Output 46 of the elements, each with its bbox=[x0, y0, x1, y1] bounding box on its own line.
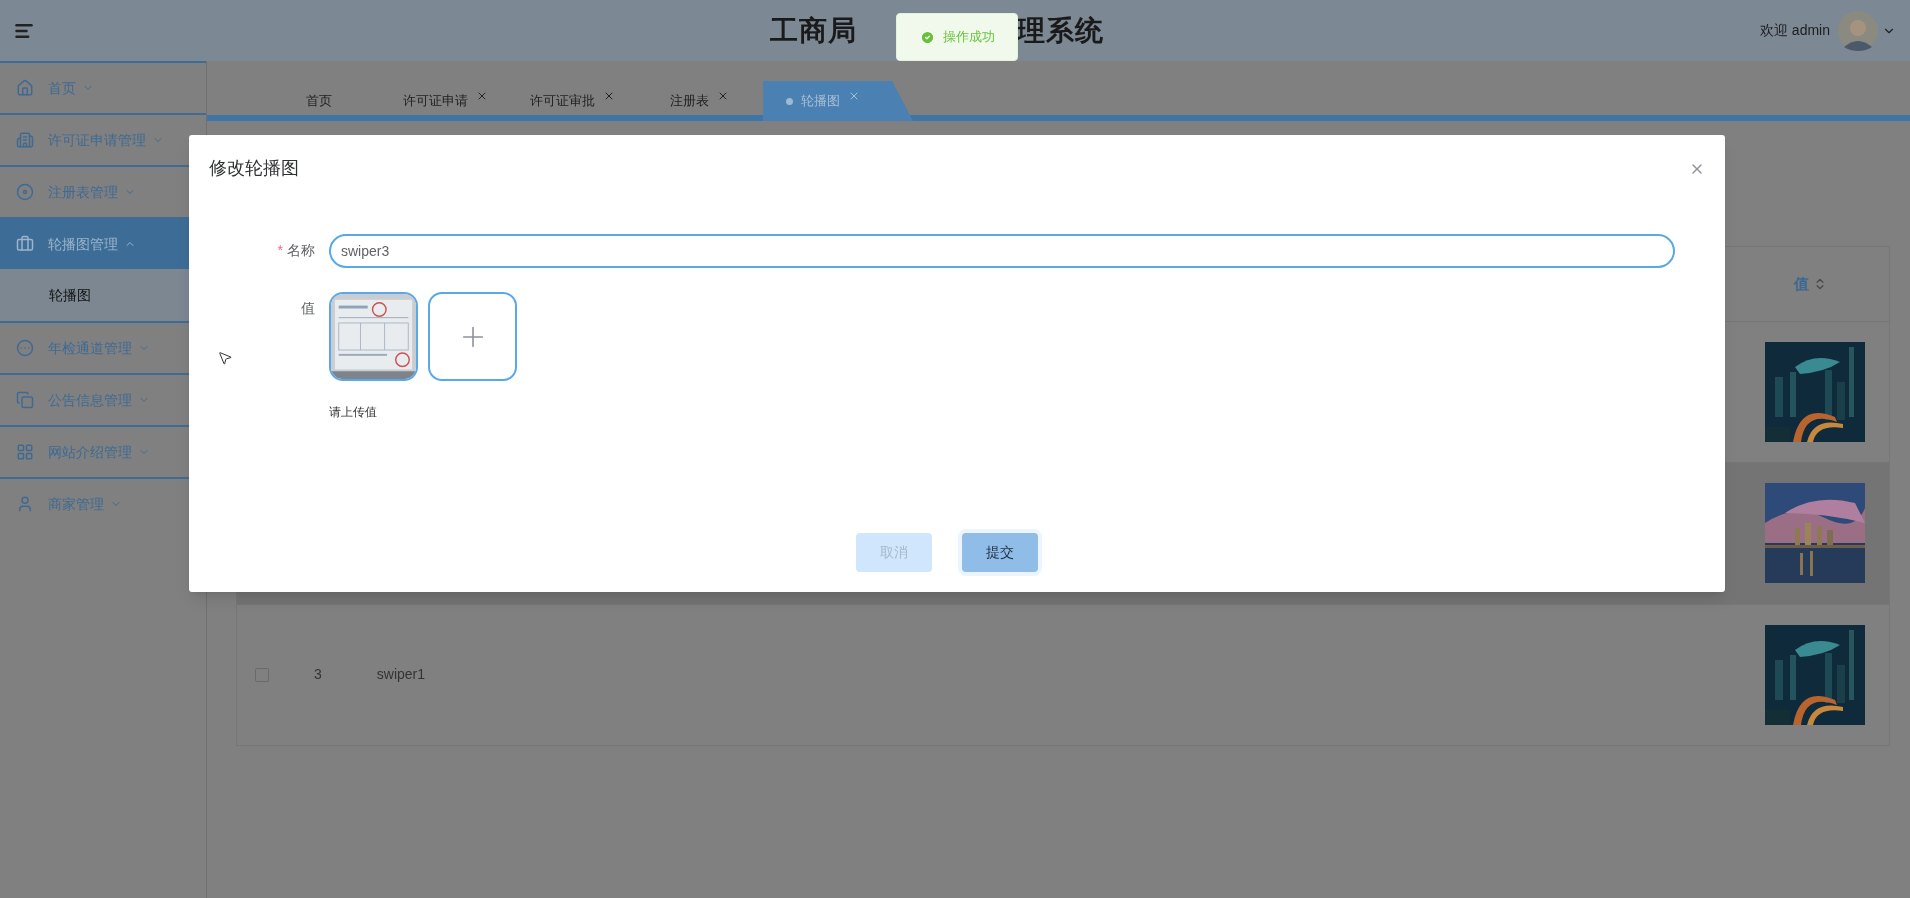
tab[interactable]: 许可证申请 bbox=[382, 81, 509, 121]
required-mark: * bbox=[277, 241, 283, 260]
close-icon[interactable] bbox=[717, 90, 729, 102]
upload-button[interactable] bbox=[428, 292, 517, 381]
close-icon[interactable] bbox=[848, 90, 860, 102]
sidebar-item[interactable]: 网站介绍管理 bbox=[0, 427, 206, 477]
column-header[interactable]: 值 bbox=[1794, 272, 1827, 296]
welcome-text: 欢迎 admin bbox=[1759, 21, 1830, 40]
house-icon bbox=[16, 79, 34, 97]
sidebar-item[interactable]: 商家管理 bbox=[0, 479, 206, 529]
tab-label: 许可证申请 bbox=[403, 92, 468, 111]
dots-circle-icon bbox=[16, 339, 34, 357]
tab-label: 首页 bbox=[305, 92, 332, 111]
upload-hint: 请上传值 bbox=[329, 404, 378, 421]
tab[interactable]: 首页 bbox=[255, 81, 382, 121]
sidebar-item[interactable]: 许可证申请管理 bbox=[0, 115, 206, 165]
disc-icon bbox=[16, 183, 34, 201]
avatar[interactable] bbox=[1838, 10, 1878, 51]
building-icon bbox=[16, 131, 34, 149]
check-icon bbox=[919, 29, 935, 45]
sidebar-item[interactable]: 年检通道管理 bbox=[0, 323, 206, 373]
system-title: 理系统 bbox=[1017, 13, 1104, 48]
copy-icon bbox=[16, 391, 34, 409]
grid-icon bbox=[16, 443, 34, 461]
dialog-title: 修改轮播图 bbox=[209, 157, 299, 180]
system-title: 工商局 bbox=[770, 13, 857, 48]
toast-message: 操作成功 bbox=[942, 28, 995, 47]
table-cell-text: swiper1 bbox=[376, 665, 426, 685]
tab-label: 许可证审批 bbox=[530, 92, 595, 111]
tab-label: 注册表 bbox=[670, 92, 709, 111]
tab-label: 轮播图 bbox=[801, 92, 840, 111]
tab[interactable]: 注册表 bbox=[636, 81, 763, 121]
cursor-icon bbox=[217, 349, 233, 367]
close-icon[interactable] bbox=[476, 90, 488, 102]
tab[interactable]: 许可证审批 bbox=[509, 81, 636, 121]
briefcase-icon bbox=[16, 235, 34, 253]
sidebar-item[interactable]: 首页 bbox=[0, 63, 206, 113]
field-label: 名称 bbox=[287, 241, 315, 260]
close-icon[interactable] bbox=[603, 90, 615, 102]
table-cell-text: 3 bbox=[314, 665, 322, 685]
user-icon bbox=[16, 495, 34, 513]
field-label: 值 bbox=[301, 299, 315, 318]
tab[interactable]: 轮播图 bbox=[763, 81, 913, 121]
sidebar-item[interactable]: 注册表管理 bbox=[0, 167, 206, 217]
name-input[interactable]: swiper3 bbox=[329, 234, 1675, 268]
sidebar-item[interactable]: 公告信息管理 bbox=[0, 375, 206, 425]
